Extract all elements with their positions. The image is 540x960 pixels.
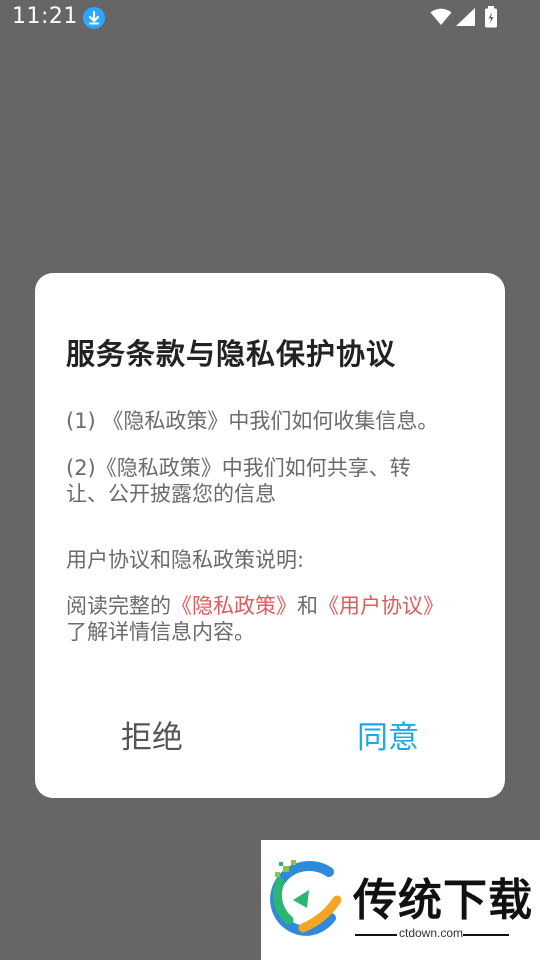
watermark-divider-right: [463, 934, 509, 936]
section-label: 用户协议和隐私政策说明:: [66, 548, 305, 572]
reject-button[interactable]: 拒绝: [121, 713, 183, 763]
battery-icon: [484, 6, 498, 32]
agree-button[interactable]: 同意: [357, 713, 419, 763]
read-prefix: 阅读完整的: [66, 594, 171, 618]
watermark-divider-left: [355, 934, 397, 936]
download-icon: [83, 7, 105, 29]
read-suffix: 了解详情信息内容。: [66, 620, 255, 644]
watermark-title: 传统下载: [353, 875, 533, 926]
watermark-domain: ctdown.com: [399, 926, 464, 940]
item-collect-info: (1) 《隐私政策》中我们如何收集信息。: [66, 409, 439, 433]
wifi-icon: [430, 8, 452, 30]
ctdown-logo-icon: [269, 860, 342, 940]
privacy-policy-link[interactable]: 《隐私政策》: [171, 594, 297, 618]
and-text: 和: [297, 594, 318, 618]
user-agreement-link[interactable]: 《用户协议》: [318, 594, 444, 618]
watermark: 传统下载 ctdown.com: [261, 840, 540, 960]
status-bar: 11:21: [0, 0, 540, 36]
read-full-text: 阅读完整的《隐私政策》和《用户协议》了解详情信息内容。: [66, 593, 446, 645]
privacy-dialog: 服务条款与隐私保护协议 (1) 《隐私政策》中我们如何收集信息。 (2)《隐私政…: [35, 273, 505, 798]
item-share-info: (2)《隐私政策》中我们如何共享、转让、公开披露您的信息: [66, 456, 411, 506]
status-time: 11:21: [12, 4, 78, 29]
signal-icon: [456, 8, 476, 30]
dialog-title: 服务条款与隐私保护协议: [66, 337, 397, 371]
